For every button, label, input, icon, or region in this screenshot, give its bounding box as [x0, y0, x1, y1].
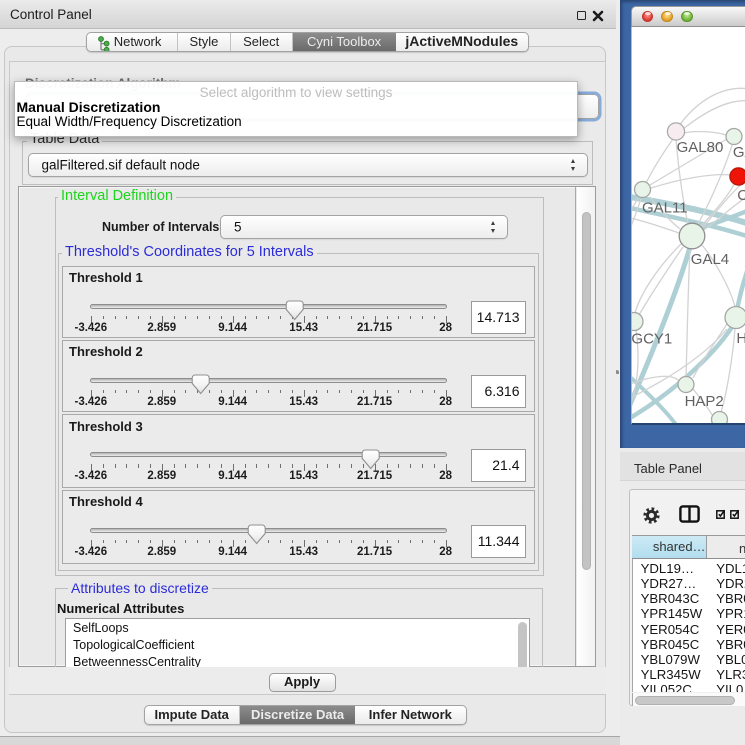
- svg-text:HAP2: HAP2: [685, 393, 724, 410]
- svg-text:GA: GA: [733, 144, 745, 161]
- svg-text:GAL80: GAL80: [677, 139, 724, 156]
- svg-text:GAL11: GAL11: [642, 199, 688, 216]
- svg-text:C: C: [737, 187, 745, 204]
- svg-text:H: H: [736, 330, 745, 347]
- svg-text:GAL4: GAL4: [691, 251, 729, 268]
- svg-text:GCY1: GCY1: [632, 330, 672, 347]
